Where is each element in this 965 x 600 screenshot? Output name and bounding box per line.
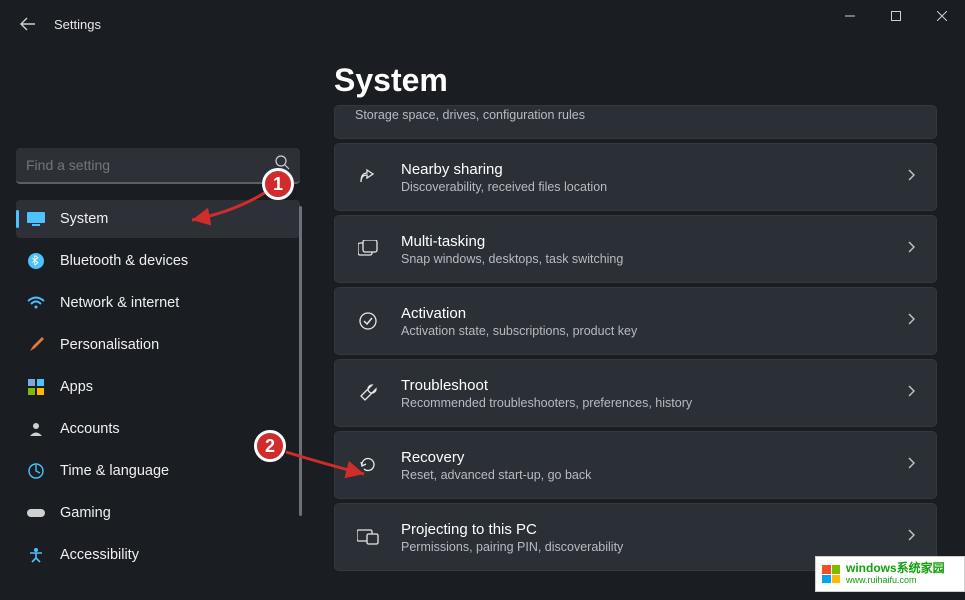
sidebar-item-label: Gaming (60, 505, 111, 521)
settings-card-troubleshoot[interactable]: Troubleshoot Recommended troubleshooters,… (334, 359, 937, 427)
chevron-right-icon (908, 456, 916, 474)
card-title: Multi-tasking (401, 233, 888, 250)
chevron-right-icon (908, 528, 916, 546)
accessibility-icon (26, 545, 46, 565)
globe-clock-icon (26, 461, 46, 481)
sidebar-item-label: System (60, 211, 108, 227)
sidebar-item-label: Time & language (60, 463, 169, 479)
sidebar-item-gaming[interactable]: Gaming (16, 494, 300, 532)
windows-logo-icon (822, 565, 840, 583)
close-icon (937, 11, 947, 21)
card-title: Projecting to this PC (401, 521, 888, 538)
card-subtitle: Recommended troubleshooters, preferences… (401, 396, 888, 410)
main-pane: System Storage space, drives, configurat… (310, 48, 965, 600)
sidebar-item-label: Bluetooth & devices (60, 253, 188, 269)
wrench-icon (355, 380, 381, 406)
card-text: Nearby sharing Discoverability, received … (401, 161, 888, 194)
chevron-right-icon (908, 312, 916, 330)
gamepad-icon (26, 503, 46, 523)
activation-check-icon (355, 308, 381, 334)
sidebar: System Bluetooth & devices Network & inter… (0, 48, 310, 600)
settings-card-multi-tasking[interactable]: Multi-tasking Snap windows, desktops, tas… (334, 215, 937, 283)
sidebar-nav: System Bluetooth & devices Network & inter… (16, 200, 300, 574)
person-icon (26, 419, 46, 439)
card-subtitle: Activation state, subscriptions, product… (401, 324, 888, 338)
settings-cards: Storage space, drives, configuration rul… (334, 105, 937, 571)
brush-icon (26, 335, 46, 355)
watermark-line1: windows系统家园 (846, 562, 945, 575)
search-box[interactable] (16, 148, 300, 184)
sidebar-item-time-language[interactable]: Time & language (16, 452, 300, 490)
chevron-right-icon (908, 168, 916, 186)
sidebar-item-label: Personalisation (60, 337, 159, 353)
back-arrow-icon (20, 16, 36, 32)
wifi-icon (26, 293, 46, 313)
titlebar: Settings (0, 0, 965, 48)
sidebar-item-label: Accounts (60, 421, 120, 437)
card-text: Troubleshoot Recommended troubleshooters,… (401, 377, 888, 410)
card-title: Troubleshoot (401, 377, 888, 394)
search-input[interactable] (26, 157, 275, 173)
sidebar-item-network-internet[interactable]: Network & internet (16, 284, 300, 322)
maximize-button[interactable] (873, 0, 919, 32)
card-title: Activation (401, 305, 888, 322)
chevron-right-icon (908, 240, 916, 258)
close-button[interactable] (919, 0, 965, 32)
minimize-icon (845, 11, 855, 21)
annotation-badge-1: 1 (262, 168, 294, 200)
card-text: Multi-tasking Snap windows, desktops, tas… (401, 233, 888, 266)
share-icon (355, 164, 381, 190)
sidebar-item-label: Apps (60, 379, 93, 395)
settings-card-nearby-sharing[interactable]: Nearby sharing Discoverability, received … (334, 143, 937, 211)
settings-card-storage[interactable]: Storage space, drives, configuration rul… (334, 105, 937, 139)
project-icon (355, 524, 381, 550)
card-text: Projecting to this PC Permissions, pairin… (401, 521, 888, 554)
card-subtitle: Permissions, pairing PIN, discoverabilit… (401, 540, 888, 554)
apps-icon (26, 377, 46, 397)
display-icon (26, 209, 46, 229)
settings-card-recovery[interactable]: Recovery Reset, advanced start-up, go bac… (334, 431, 937, 499)
multitask-icon (355, 236, 381, 262)
sidebar-item-apps[interactable]: Apps (16, 368, 300, 406)
card-subtitle: Discoverability, received files location (401, 180, 888, 194)
chevron-right-icon (908, 384, 916, 402)
maximize-icon (891, 11, 901, 21)
card-text: Storage space, drives, configuration rul… (355, 106, 916, 130)
sidebar-item-accessibility[interactable]: Accessibility (16, 536, 300, 574)
bluetooth-icon (26, 251, 46, 271)
recovery-icon (355, 452, 381, 478)
sidebar-item-system[interactable]: System (16, 200, 300, 238)
minimize-button[interactable] (827, 0, 873, 32)
card-subtitle: Snap windows, desktops, task switching (401, 252, 888, 266)
sidebar-item-personalisation[interactable]: Personalisation (16, 326, 300, 364)
page-title: System (334, 62, 937, 99)
window-controls (827, 0, 965, 32)
window-title: Settings (54, 17, 101, 32)
watermark-line2: www.ruihaifu.com (846, 576, 945, 586)
sidebar-item-label: Network & internet (60, 295, 179, 311)
card-title: Recovery (401, 449, 888, 466)
settings-card-activation[interactable]: Activation Activation state, subscription… (334, 287, 937, 355)
card-text: Recovery Reset, advanced start-up, go bac… (401, 449, 888, 482)
sidebar-item-bluetooth-devices[interactable]: Bluetooth & devices (16, 242, 300, 280)
back-button[interactable] (12, 8, 44, 40)
annotation-badge-2: 2 (254, 430, 286, 462)
sidebar-item-label: Accessibility (60, 547, 139, 563)
card-title: Nearby sharing (401, 161, 888, 178)
card-subtitle: Reset, advanced start-up, go back (401, 468, 888, 482)
watermark: windows系统家园 www.ruihaifu.com (815, 556, 965, 592)
card-text: Activation Activation state, subscription… (401, 305, 888, 338)
card-subtitle: Storage space, drives, configuration rul… (355, 108, 916, 122)
